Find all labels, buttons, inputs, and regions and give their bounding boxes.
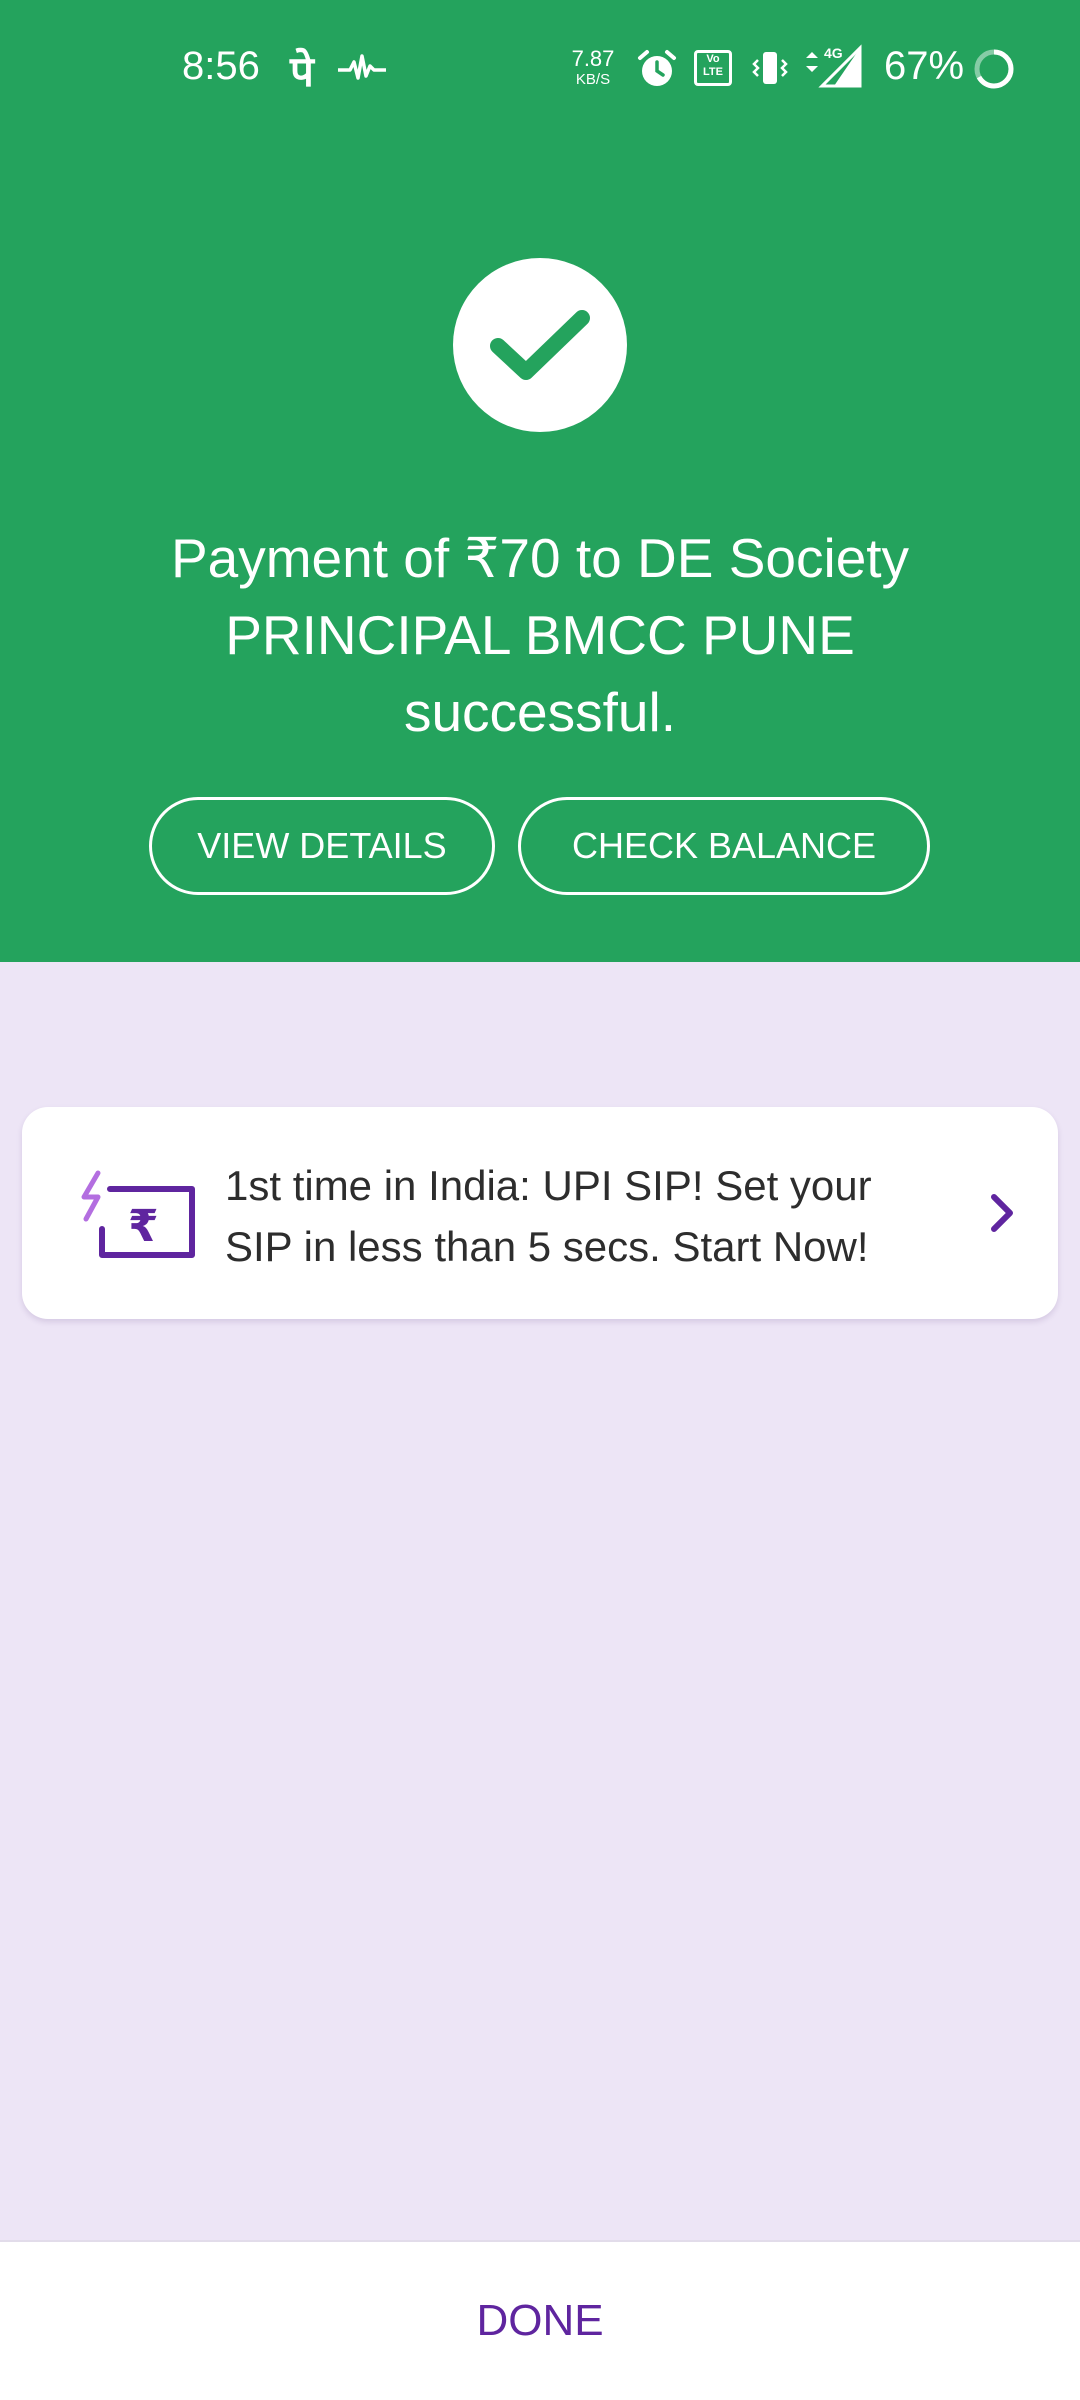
network-speed-value: 7.87 <box>571 46 615 71</box>
bottom-bar: DONE <box>0 2240 1080 2400</box>
view-details-button[interactable]: VIEW DETAILS <box>149 797 495 895</box>
battery-icon <box>972 47 1016 96</box>
sip-rupee-icon: ₹ <box>76 1169 196 1266</box>
success-header: 8:56 पे 7.87 KB/S Vo LTE 4G 67% Payment … <box>0 0 1080 962</box>
battery-percent: 67% <box>884 44 965 88</box>
alarm-icon <box>636 48 678 95</box>
pulse-icon <box>338 52 386 89</box>
vibrate-icon <box>750 48 790 93</box>
payment-success-message: Payment of ₹70 to DE Society PRINCIPAL B… <box>170 527 910 743</box>
network-speed: 7.87 KB/S <box>568 46 618 88</box>
status-time: 8:56 <box>182 44 260 88</box>
status-bar: 8:56 पे 7.87 KB/S Vo LTE 4G 67% <box>0 0 1080 140</box>
svg-text:₹: ₹ <box>128 1201 159 1252</box>
chevron-right-icon[interactable] <box>988 1191 1016 1240</box>
volte-icon: Vo LTE <box>694 50 732 86</box>
network-type-label: 4G <box>824 45 843 61</box>
promo-text: 1st time in India: UPI SIP! Set your SIP… <box>225 1162 872 1270</box>
success-check-icon <box>453 258 627 432</box>
check-balance-button[interactable]: CHECK BALANCE <box>518 797 930 895</box>
signal-icon: 4G <box>804 44 864 93</box>
network-speed-unit: KB/S <box>575 71 611 88</box>
done-button[interactable]: DONE <box>0 2242 1080 2400</box>
phonepe-icon: पे <box>290 48 314 95</box>
upi-sip-promo-card[interactable]: ₹ 1st time in India: UPI SIP! Set your S… <box>22 1107 1058 1319</box>
